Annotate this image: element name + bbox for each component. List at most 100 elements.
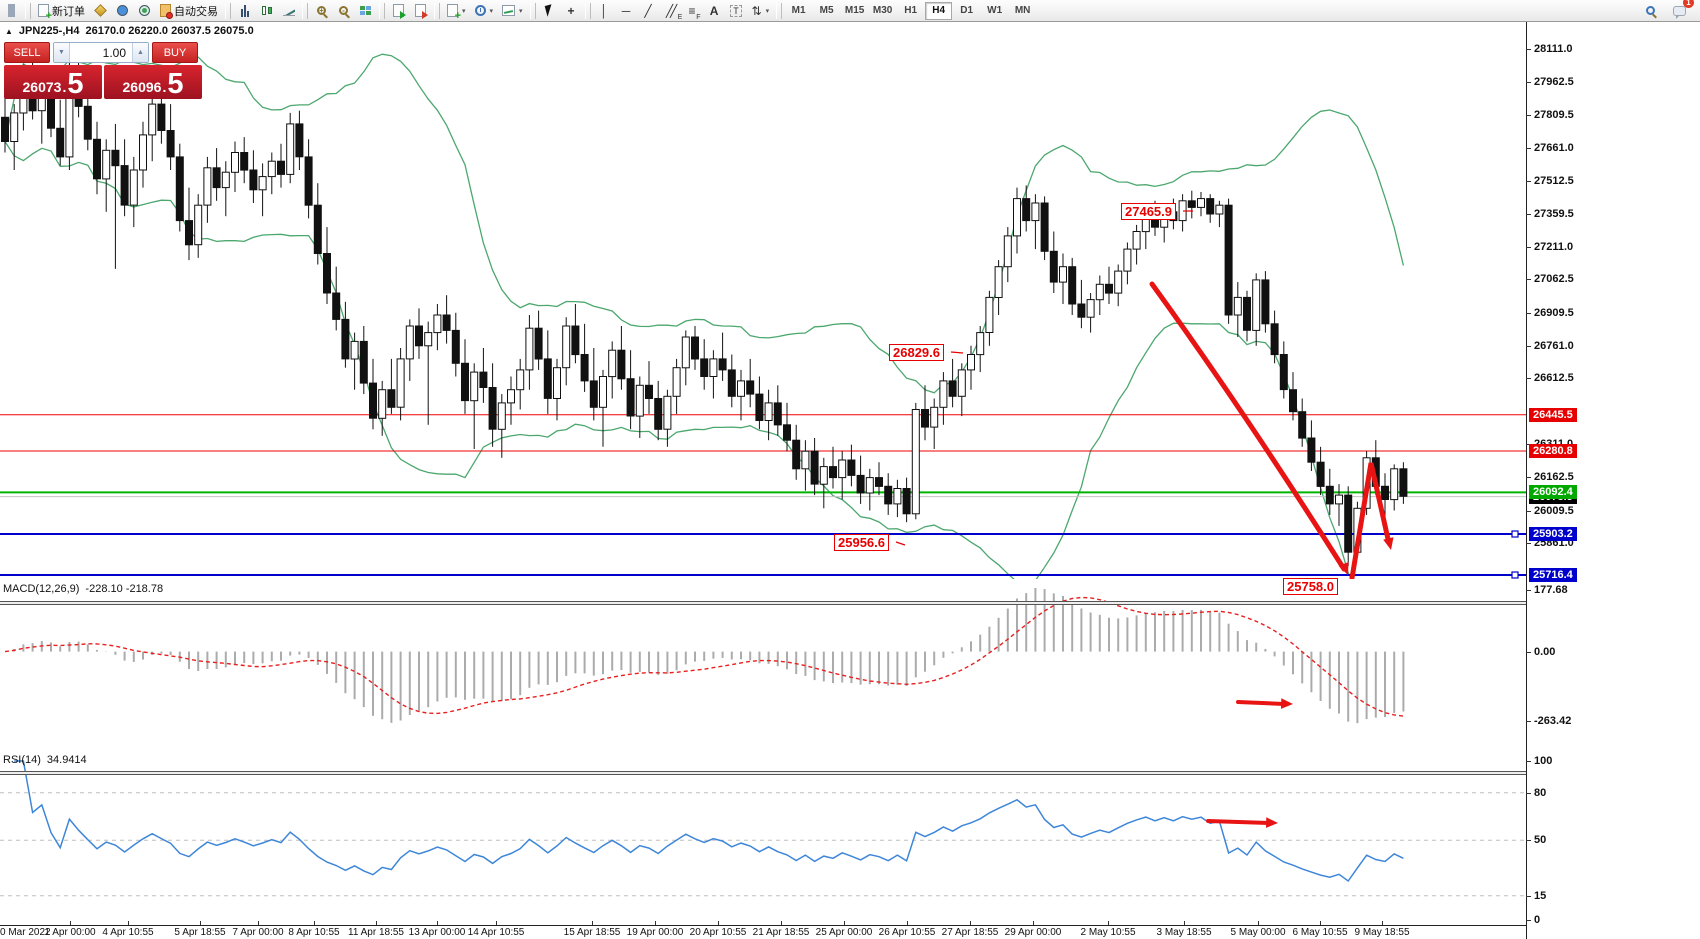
zoom-in-icon[interactable]: +: [311, 1, 332, 20]
timeframe-button-w1[interactable]: W1: [981, 2, 1008, 20]
rsi-tick-label: 50: [1534, 834, 1546, 846]
time-axis-tick: [258, 921, 259, 925]
drawn-arrow[interactable]: [1208, 821, 1269, 823]
timeframe-button-m5[interactable]: M5: [813, 2, 840, 20]
price-tick: [1526, 511, 1531, 512]
time-axis-tick: [496, 921, 497, 925]
auto-scroll-icon[interactable]: [388, 1, 409, 20]
text-label-icon[interactable]: T: [726, 1, 747, 20]
new-chart-icon[interactable]: +▾: [443, 1, 470, 20]
autotrading-button[interactable]: 自动交易: [156, 1, 222, 20]
search-icon[interactable]: [1640, 1, 1661, 20]
tile-windows-icon[interactable]: [355, 1, 376, 20]
buy-price-main: 26096: [123, 77, 162, 97]
community-icon[interactable]: [112, 1, 133, 20]
chat-icon[interactable]: 1: [1669, 1, 1690, 20]
macd-tick: [1526, 721, 1531, 722]
timeframe-button-h4[interactable]: H4: [925, 2, 952, 20]
time-axis-tick: [844, 921, 845, 925]
toolbar-separator: [776, 3, 782, 19]
arrow-head: [1281, 698, 1293, 709]
price-tick-label: 26009.5: [1534, 505, 1574, 517]
price-label-26280.8: 26280.8: [1529, 444, 1577, 458]
time-axis-tick: [437, 921, 438, 925]
vertical-line-icon[interactable]: │: [594, 1, 615, 20]
time-axis-label: 7 Apr 00:00: [232, 927, 283, 938]
price-tick: [1526, 181, 1531, 182]
rsi-line: [14, 761, 1403, 881]
price-annotation-25758.0[interactable]: 25758.0: [1283, 578, 1338, 595]
buy-button[interactable]: BUY: [152, 42, 198, 63]
price-label-26092.4: 26092.4: [1529, 485, 1577, 499]
volume-increase-button[interactable]: ▲: [132, 43, 148, 62]
chart-canvas[interactable]: [0, 22, 1526, 939]
timeframe-button-m15[interactable]: M15: [841, 2, 868, 20]
buy-price-display[interactable]: 26096 . 5: [104, 65, 202, 99]
price-annotation-25956.6[interactable]: 25956.6: [834, 534, 889, 551]
timeframe-button-m1[interactable]: M1: [785, 2, 812, 20]
signals-icon[interactable]: [134, 1, 155, 20]
price-tick-label: 26761.0: [1534, 340, 1574, 352]
sell-price-display[interactable]: 26073 . 5: [4, 65, 102, 99]
time-axis-border: [0, 925, 1526, 926]
price-annotation-27465.9[interactable]: 27465.9: [1121, 203, 1176, 220]
indicators-icon[interactable]: ▾: [498, 1, 527, 20]
market-icon[interactable]: [90, 1, 111, 20]
chart-window[interactable]: ▲ JPN225-,H4 26170.0 26220.0 26037.5 260…: [0, 22, 1700, 939]
profiles-icon[interactable]: ▾: [471, 1, 498, 20]
sell-button[interactable]: SELL: [4, 42, 50, 63]
price-tick-label: 26909.5: [1534, 307, 1574, 319]
cursor-icon[interactable]: [539, 1, 560, 20]
bar-chart-icon[interactable]: [234, 1, 255, 20]
timeframe-button-mn[interactable]: MN: [1009, 2, 1036, 20]
toolbar-separator: [434, 3, 440, 19]
price-tick-label: 27512.5: [1534, 175, 1574, 187]
time-axis-tick: [592, 921, 593, 925]
time-axis-label: 3 May 18:55: [1156, 927, 1211, 938]
price-tick-label: 28111.0: [1534, 43, 1573, 55]
horizontal-line-icon[interactable]: ─: [616, 1, 637, 20]
arrows-icon[interactable]: ⇅▾: [748, 1, 774, 20]
text-icon[interactable]: A: [704, 1, 725, 20]
timeframe-button-m30[interactable]: M30: [869, 2, 896, 20]
time-axis-tick: [1033, 921, 1034, 925]
time-axis-label: 4 Apr 10:55: [102, 927, 153, 938]
arrow-head: [1266, 817, 1278, 828]
crosshair-icon[interactable]: +: [561, 1, 582, 20]
chart-window-icon: ▲: [5, 27, 13, 36]
new-order-button[interactable]: +新订单: [34, 1, 89, 20]
price-tick: [1526, 313, 1531, 314]
line-handle[interactable]: [1512, 572, 1518, 578]
volume-decrease-button[interactable]: ▼: [54, 43, 70, 62]
timeframe-button-d1[interactable]: D1: [953, 2, 980, 20]
macd-panel: [5, 588, 1403, 723]
volume-input[interactable]: [70, 43, 132, 62]
time-axis-label: 20 Apr 10:55: [690, 927, 747, 938]
time-axis-label: 5 May 00:00: [1230, 927, 1285, 938]
arrow-head: [1383, 537, 1393, 550]
zoom-out-icon[interactable]: -: [333, 1, 354, 20]
symbol-period-label: JPN225-,H4: [19, 25, 80, 37]
line-handle[interactable]: [1512, 531, 1518, 537]
rsi-panel-divider[interactable]: [0, 771, 1526, 775]
trendline-icon[interactable]: ╱: [638, 1, 659, 20]
sell-price-fraction: 5: [67, 71, 83, 97]
chart-shift-icon[interactable]: [410, 1, 431, 20]
macd-tick-label: 0.00: [1534, 646, 1555, 658]
macd-panel-divider[interactable]: [0, 601, 1526, 605]
time-axis-label: 29 Apr 00:00: [1005, 927, 1062, 938]
price-annotation-26829.6[interactable]: 26829.6: [889, 344, 944, 361]
rsi-tick-label: 100: [1534, 755, 1552, 767]
candlestick-chart-icon[interactable]: [256, 1, 277, 20]
line-chart-icon[interactable]: [278, 1, 299, 20]
macd-tick-label: -263.42: [1534, 715, 1571, 727]
rsi-tick-label: 15: [1534, 890, 1546, 902]
price-label-25903.2: 25903.2: [1529, 527, 1577, 541]
buy-price-fraction: 5: [167, 71, 183, 97]
fibonacci-icon[interactable]: ≡F: [682, 1, 703, 20]
rsi-indicator-label: RSI(14) 34.9414: [3, 754, 87, 766]
channel-icon[interactable]: ╱╱E: [660, 1, 681, 20]
time-axis-tick: [1382, 921, 1383, 925]
drawn-arrow[interactable]: [1238, 702, 1284, 704]
timeframe-button-h1[interactable]: H1: [897, 2, 924, 20]
